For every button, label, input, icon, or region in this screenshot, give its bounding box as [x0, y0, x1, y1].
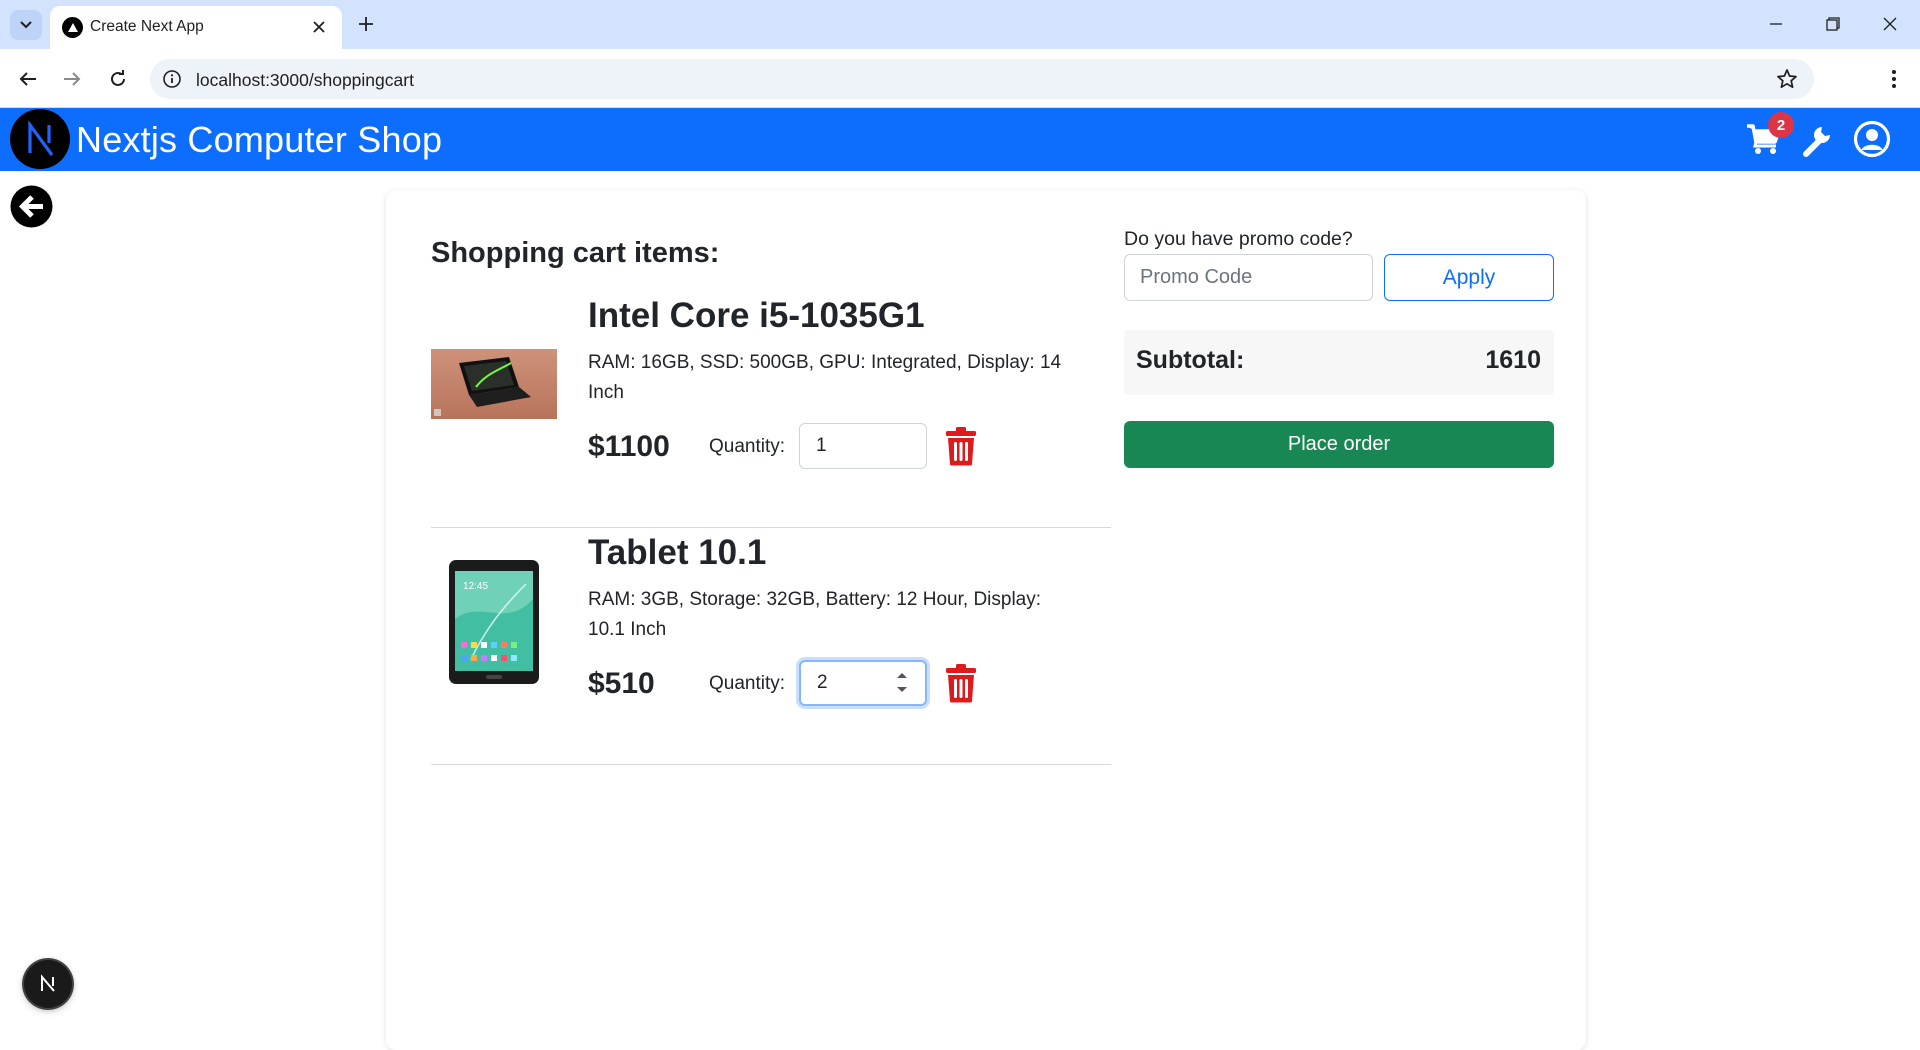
tablet-product-image: 12:45 — [449, 560, 539, 684]
arrow-left-icon — [19, 72, 36, 86]
promo-label: Do you have promo code? — [1124, 228, 1353, 250]
wrench-icon — [1803, 127, 1830, 157]
nextjs-favicon-icon — [62, 17, 83, 38]
reload-button[interactable] — [102, 63, 134, 95]
arrow-left-circle-icon[interactable] — [10, 185, 53, 228]
close-tab-icon[interactable] — [308, 16, 330, 38]
tab-title: Create Next App — [90, 18, 204, 35]
laptop-product-image — [431, 349, 557, 419]
app-navbar: Nextjs Computer Shop 2 — [0, 108, 1920, 171]
item-name: Tablet 10.1 — [588, 533, 767, 572]
forward-nav-button[interactable] — [56, 63, 88, 95]
url-text[interactable]: localhost:3000/shoppingcart — [196, 70, 414, 91]
subtotal-label: Subtotal: — [1136, 346, 1245, 374]
browser-toolbar: localhost:3000/shoppingcart — [0, 49, 1920, 108]
address-bar[interactable]: localhost:3000/shoppingcart — [150, 59, 1814, 99]
bookmark-star-icon[interactable] — [1776, 68, 1798, 90]
place-order-button[interactable]: Place order — [1124, 421, 1554, 468]
item-name: Intel Core i5-1035G1 — [588, 296, 925, 335]
nextjs-dev-indicator[interactable] — [24, 960, 72, 1008]
cart-item: Intel Core i5-1035G1 RAM: 16GB, SSD: 500… — [431, 292, 1111, 528]
close-icon — [1883, 17, 1897, 31]
cart-title: Shopping cart items: — [431, 237, 720, 269]
restore-icon — [1826, 17, 1840, 31]
browser-tab-bar: Create Next App — [0, 0, 1920, 49]
site-info-icon[interactable] — [162, 69, 182, 89]
more-vert-icon — [1892, 70, 1896, 88]
svg-text:12:45: 12:45 — [463, 581, 488, 592]
restore-button[interactable] — [1815, 8, 1851, 40]
minimize-button[interactable] — [1758, 8, 1794, 40]
trash-icon[interactable] — [944, 663, 978, 703]
quantity-label: Quantity: — [709, 673, 786, 694]
item-price: $510 — [588, 667, 655, 700]
back-nav-button[interactable] — [12, 63, 44, 95]
quantity-input[interactable] — [799, 423, 927, 469]
apply-promo-button[interactable]: Apply — [1384, 254, 1554, 301]
user-circle-icon — [1853, 120, 1891, 158]
nextjs-logo-icon — [11, 110, 69, 168]
settings-button[interactable] — [1796, 117, 1840, 161]
minimize-icon — [1770, 23, 1782, 25]
nextjs-n-icon — [41, 974, 55, 992]
item-description: RAM: 3GB, Storage: 32GB, Battery: 12 Hou… — [588, 589, 1042, 640]
item-description: RAM: 16GB, SSD: 500GB, GPU: Integrated, … — [588, 352, 1062, 403]
cart-count-badge: 2 — [1768, 112, 1794, 138]
plus-icon — [359, 17, 373, 31]
tab-search-button[interactable] — [10, 10, 42, 40]
close-window-button[interactable] — [1872, 8, 1908, 40]
brand-title[interactable]: Nextjs Computer Shop — [76, 119, 442, 161]
quantity-label: Quantity: — [709, 436, 786, 457]
arrow-right-icon — [64, 72, 81, 86]
promo-code-input[interactable] — [1124, 254, 1373, 301]
trash-icon[interactable] — [944, 426, 978, 466]
new-tab-button[interactable] — [352, 10, 380, 38]
account-button[interactable] — [1850, 117, 1894, 161]
reload-icon — [111, 70, 125, 86]
nextjs-logo[interactable] — [10, 109, 70, 169]
quantity-stepper[interactable] — [895, 669, 909, 697]
browser-tab[interactable]: Create Next App — [50, 6, 342, 49]
cart-item: 12:45 Tablet 10.1 RAM: 3GB, Storage: 32G… — [431, 529, 1111, 765]
chevron-down-icon — [20, 21, 32, 29]
subtotal-box: Subtotal: 1610 — [1124, 330, 1554, 395]
browser-menu-button[interactable] — [1882, 63, 1906, 95]
item-price: $1100 — [588, 430, 670, 463]
subtotal-value: 1610 — [1485, 346, 1541, 374]
